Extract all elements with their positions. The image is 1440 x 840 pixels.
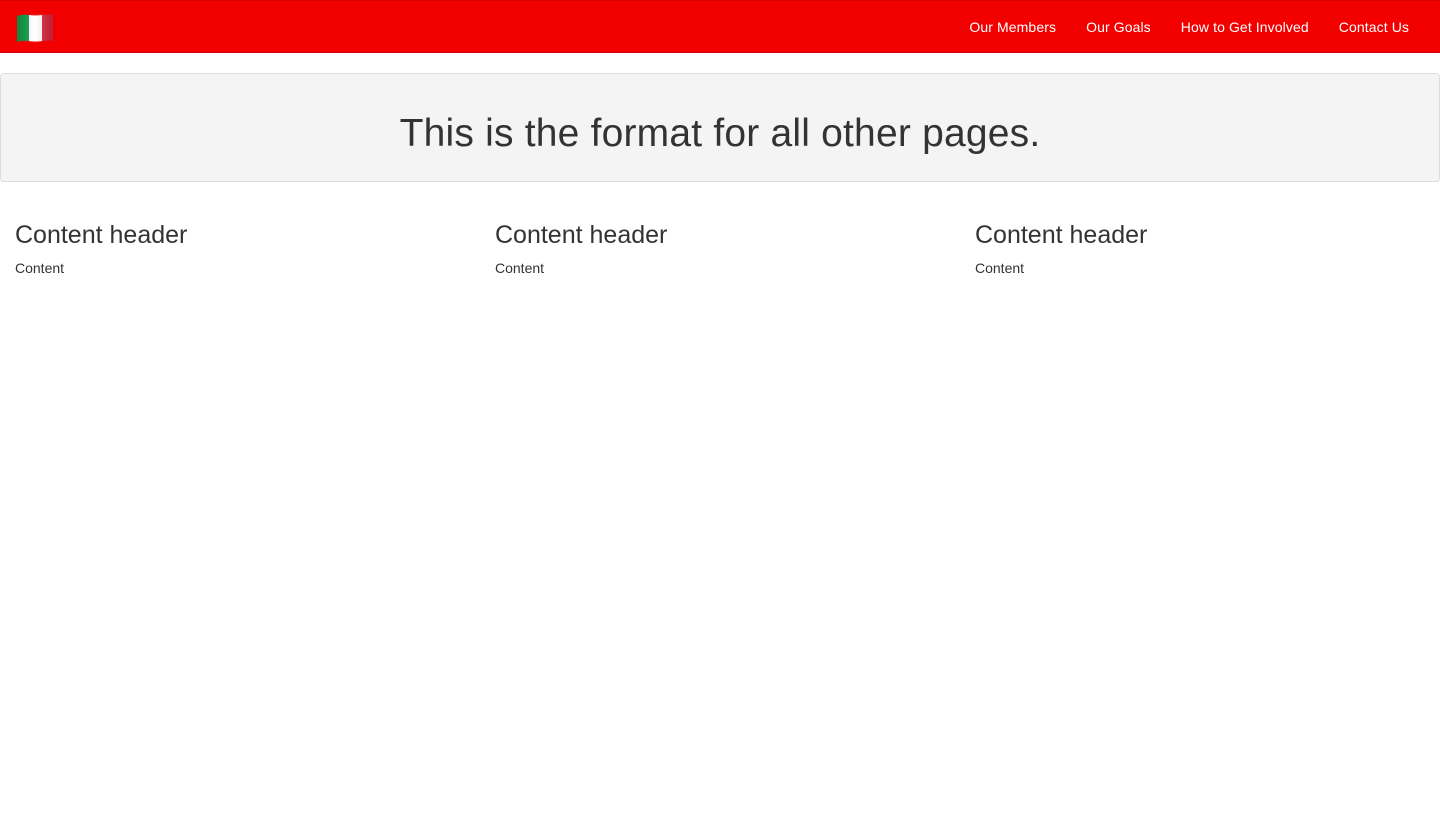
nav-item-our-goals: Our Goals bbox=[1071, 1, 1166, 54]
content-header: Content header bbox=[15, 221, 188, 249]
nav-item-get-involved: How to Get Involved bbox=[1166, 1, 1324, 54]
italian-flag-icon bbox=[17, 14, 53, 43]
main-nav: Our Members Our Goals How to Get Involve… bbox=[954, 1, 1424, 54]
content-header: Content header bbox=[495, 221, 668, 249]
content-body: Content bbox=[15, 260, 65, 276]
brand-logo-link[interactable] bbox=[15, 13, 55, 43]
nav-link-our-goals[interactable]: Our Goals bbox=[1071, 1, 1166, 54]
content-body: Content bbox=[495, 260, 545, 276]
nav-link-contact-us[interactable]: Contact Us bbox=[1324, 1, 1424, 54]
navbar: Our Members Our Goals How to Get Involve… bbox=[0, 0, 1440, 53]
content-header: Content header bbox=[975, 221, 1148, 249]
hero-banner: This is the format for all other pages. bbox=[0, 73, 1440, 182]
nav-link-get-involved[interactable]: How to Get Involved bbox=[1166, 1, 1324, 54]
nav-item-our-members: Our Members bbox=[954, 1, 1071, 54]
nav-item-contact-us: Contact Us bbox=[1324, 1, 1424, 54]
content-column-2: Content header Content bbox=[495, 220, 945, 278]
content-column-1: Content header Content bbox=[15, 220, 465, 278]
content-body: Content bbox=[975, 260, 1025, 276]
nav-link-our-members[interactable]: Our Members bbox=[954, 1, 1071, 54]
content-column-3: Content header Content bbox=[975, 220, 1425, 278]
page-title: This is the format for all other pages. bbox=[399, 111, 1041, 155]
